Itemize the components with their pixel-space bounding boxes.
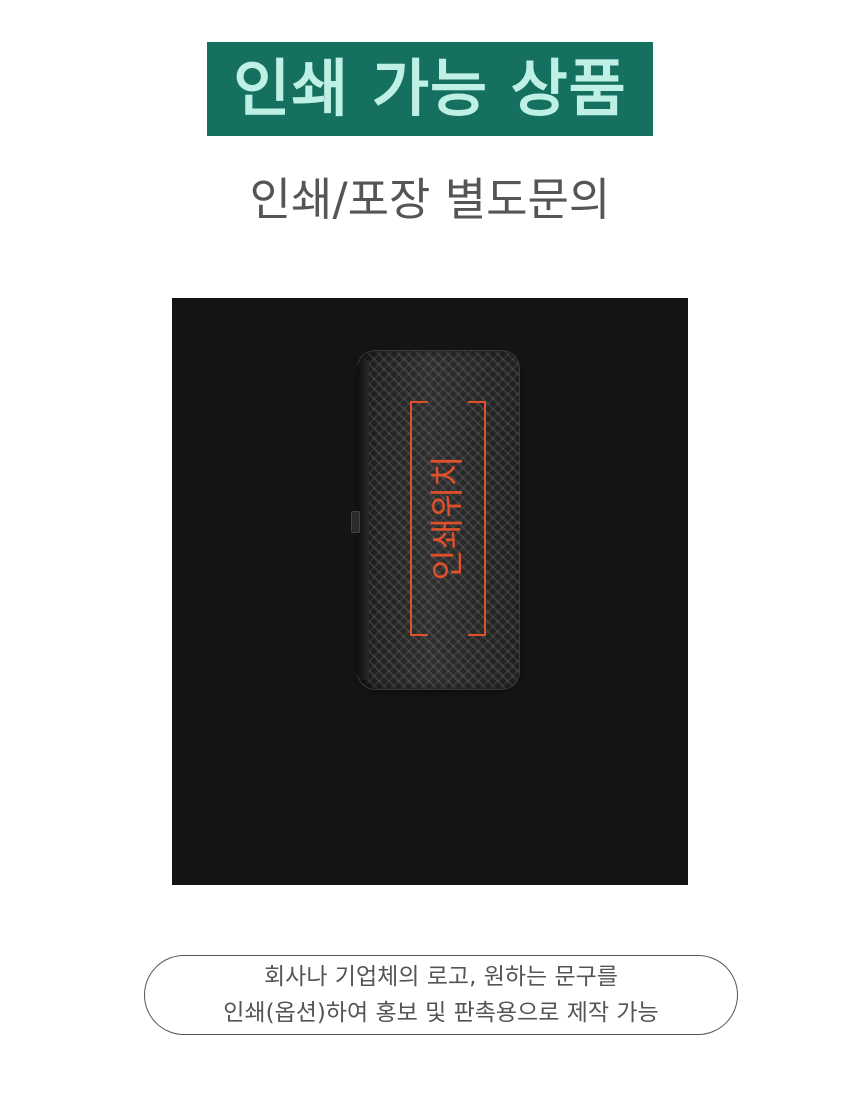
print-area-bracket-left xyxy=(410,401,428,636)
notice-line-2: 인쇄(옵션)하여 홍보 및 판촉용으로 제작 가능 xyxy=(223,1000,659,1026)
notice-pill: 회사나 기업체의 로고, 원하는 문구를 인쇄(옵션)하여 홍보 및 판촉용으로… xyxy=(144,955,738,1035)
title-badge: 인쇄 가능 상품 xyxy=(207,42,653,136)
print-area-bracket-right xyxy=(468,401,486,636)
case-clasp xyxy=(351,511,360,533)
product-image: 인쇄위치 xyxy=(172,298,688,885)
page-title: 인쇄 가능 상품 xyxy=(233,52,627,125)
page-subtitle: 인쇄/포장 별도문의 xyxy=(249,173,611,226)
print-area-marker: 인쇄위치 xyxy=(410,401,486,636)
notice-line-1: 회사나 기업체의 로고, 원하는 문구를 xyxy=(264,964,618,990)
print-area-label: 인쇄위치 xyxy=(428,455,468,581)
